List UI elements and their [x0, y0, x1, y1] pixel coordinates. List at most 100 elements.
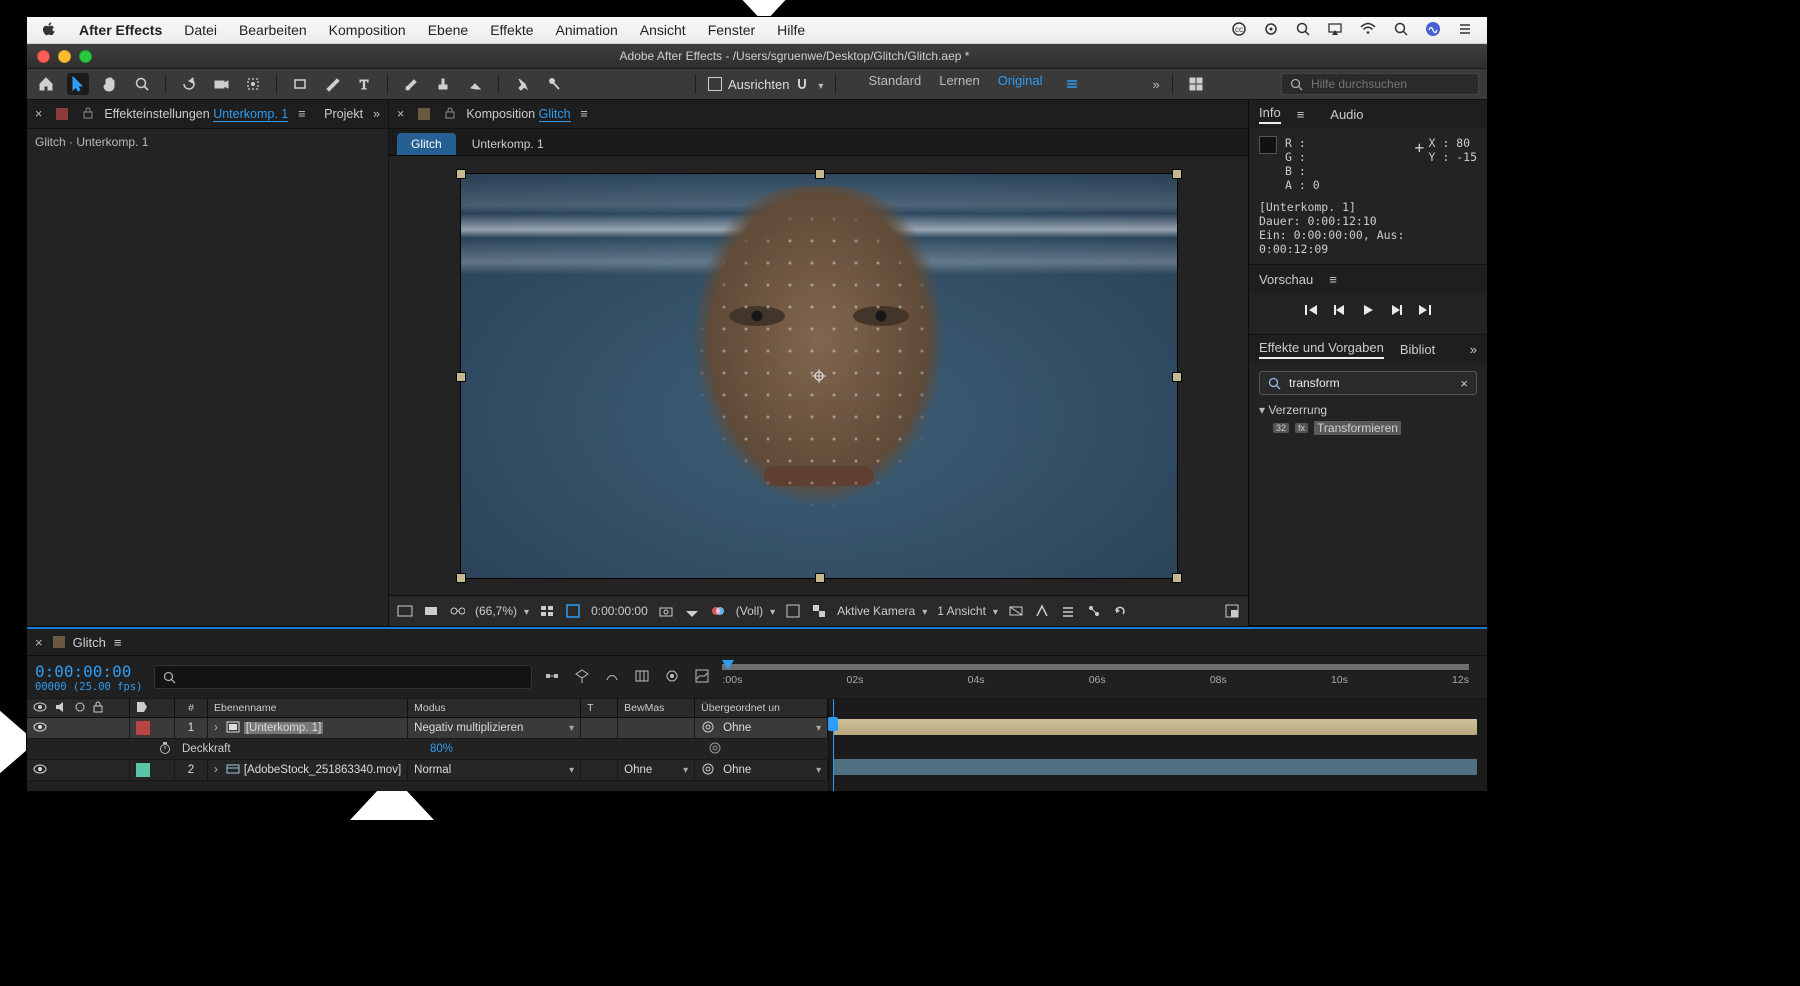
tab-menu-icon[interactable]: ≡: [114, 635, 122, 650]
transform-handle[interactable]: [815, 573, 825, 583]
blend-mode-dropdown[interactable]: Normal: [414, 764, 574, 776]
lock-column-icon[interactable]: [93, 701, 103, 716]
layer-name[interactable]: AdobeStock_251863340.mov: [244, 764, 401, 776]
menu-list-icon[interactable]: [1457, 21, 1473, 40]
menu-komposition[interactable]: Komposition: [329, 22, 406, 38]
maximize-panel-icon[interactable]: [1224, 603, 1240, 619]
last-frame-button[interactable]: [1417, 303, 1433, 320]
frame-blend-icon[interactable]: [634, 668, 650, 687]
siri-icon[interactable]: [1425, 21, 1441, 40]
clear-search-icon[interactable]: ×: [1460, 376, 1468, 391]
parent-pickwhip-icon[interactable]: [708, 741, 722, 758]
snap-checkbox[interactable]: Ausrichten: [708, 77, 823, 92]
quality-dropdown[interactable]: (Voll): [736, 604, 775, 618]
time-ruler[interactable]: :00s 02s 04s 06s 08s 10s 12s: [722, 656, 1479, 698]
parent-dropdown[interactable]: Ohne: [723, 764, 821, 776]
overflow-chevron-icon[interactable]: »: [1470, 342, 1477, 357]
current-timecode[interactable]: 0:00:00:00 00000 (25.00 fps): [35, 662, 142, 693]
pan-behind-tool-icon[interactable]: [242, 73, 264, 95]
menu-ansicht[interactable]: Ansicht: [640, 22, 686, 38]
track-matte-dropdown[interactable]: Ohne: [624, 764, 688, 776]
info-tab[interactable]: Info: [1259, 105, 1281, 124]
color-management-icon[interactable]: [710, 603, 726, 619]
toolbar-overflow-icon[interactable]: »: [1153, 77, 1160, 92]
current-time-indicator[interactable]: [833, 699, 834, 791]
label-color-icon[interactable]: [136, 721, 150, 735]
close-tab-icon[interactable]: ×: [35, 635, 43, 650]
effects-group-verzerrung[interactable]: Verzerrung: [1259, 403, 1477, 417]
visibility-toggle-icon[interactable]: [33, 763, 47, 778]
property-value[interactable]: 80%: [412, 743, 453, 755]
audio-column-icon[interactable]: [55, 701, 67, 716]
panel-grid-icon[interactable]: [1185, 73, 1207, 95]
preview-tab[interactable]: Vorschau: [1259, 272, 1313, 287]
twirl-icon[interactable]: [214, 722, 222, 734]
comp-tab-glitch[interactable]: Glitch: [397, 133, 456, 155]
graph-editor-icon[interactable]: [694, 668, 710, 687]
effect-transformieren[interactable]: 32 fx Transformieren: [1273, 421, 1477, 435]
column-t[interactable]: T: [581, 699, 618, 717]
viewer-layout-icon[interactable]: [785, 603, 801, 619]
alpha-toggle-icon[interactable]: [397, 603, 413, 619]
project-tab[interactable]: Projekt: [324, 107, 363, 121]
hand-tool-icon[interactable]: [99, 73, 121, 95]
help-search[interactable]: [1281, 73, 1479, 95]
airplay-icon[interactable]: [1327, 21, 1343, 40]
maximize-window-button[interactable]: [79, 50, 92, 63]
lock-icon[interactable]: [82, 107, 94, 122]
cc-home-icon[interactable]: [1263, 21, 1279, 40]
transform-handle[interactable]: [1172, 573, 1182, 583]
home-tool-icon[interactable]: [35, 73, 57, 95]
visibility-column-icon[interactable]: [33, 701, 47, 716]
column-bewmas[interactable]: BewMas: [618, 699, 695, 717]
channel-toggle-icon[interactable]: [423, 603, 439, 619]
wifi-icon[interactable]: [1359, 21, 1377, 40]
flowchart-icon[interactable]: [1086, 603, 1102, 619]
views-dropdown[interactable]: 1 Ansicht: [937, 604, 998, 618]
motion-blur-icon[interactable]: [664, 668, 680, 687]
snapshot-icon[interactable]: [658, 603, 674, 619]
layer-name[interactable]: Unterkomp. 1: [244, 722, 323, 734]
composition-mini-flowchart-icon[interactable]: [544, 668, 560, 687]
refresh-icon[interactable]: [1112, 603, 1128, 619]
menu-effekte[interactable]: Effekte: [490, 22, 533, 38]
overflow-chevron-icon[interactable]: »: [373, 107, 380, 121]
roto-brush-tool-icon[interactable]: [511, 73, 533, 95]
workspace-original[interactable]: Original: [998, 73, 1043, 95]
resolution-grid-icon[interactable]: [539, 603, 555, 619]
next-frame-button[interactable]: [1389, 303, 1403, 320]
timeline-tab-glitch[interactable]: Glitch: [73, 635, 106, 650]
tab-menu-icon[interactable]: ≡: [581, 107, 588, 121]
prev-frame-button[interactable]: [1333, 303, 1347, 320]
effects-presets-tab[interactable]: Effekte und Vorgaben: [1259, 340, 1384, 359]
parent-pickwhip-icon[interactable]: [701, 762, 715, 779]
layer-row-2[interactable]: 2 AdobeStock_251863340.mov Normal Ohne O…: [27, 760, 828, 781]
stopwatch-icon[interactable]: [158, 741, 172, 758]
first-frame-button[interactable]: [1303, 303, 1319, 320]
comp-tab-unterkomp1[interactable]: Unterkomp. 1: [458, 133, 558, 155]
parent-pickwhip-icon[interactable]: [701, 720, 715, 737]
apple-menu-icon[interactable]: [41, 22, 57, 38]
solo-column-icon[interactable]: [75, 702, 85, 715]
minimize-window-button[interactable]: [58, 50, 71, 63]
effect-controls-tab-label[interactable]: Effekteinstellungen Unterkomp. 1: [104, 107, 288, 121]
clone-stamp-tool-icon[interactable]: [432, 73, 454, 95]
camera-tool-icon[interactable]: [210, 73, 232, 95]
transform-handle[interactable]: [1172, 372, 1182, 382]
parent-dropdown[interactable]: Ohne: [723, 722, 821, 734]
info-tab-menu-icon[interactable]: ≡: [1297, 107, 1305, 122]
transform-handle[interactable]: [815, 169, 825, 179]
menubar-app-title[interactable]: After Effects: [79, 22, 162, 38]
zoom-tool-icon[interactable]: [131, 73, 153, 95]
help-search-input[interactable]: [1309, 76, 1453, 92]
layer-row-1[interactable]: 1 Unterkomp. 1 Negativ multiplizieren Oh…: [27, 718, 828, 739]
menu-fenster[interactable]: Fenster: [708, 22, 755, 38]
3d-glasses-icon[interactable]: [449, 603, 465, 619]
draft-3d-icon[interactable]: [574, 668, 590, 687]
label-column-icon[interactable]: [136, 701, 148, 716]
anchor-point-icon[interactable]: [812, 369, 826, 383]
column-parent[interactable]: Übergeordnet un: [695, 699, 828, 717]
label-color-icon[interactable]: [136, 763, 150, 777]
puppet-pin-tool-icon[interactable]: [543, 73, 565, 95]
effects-search-input[interactable]: [1287, 375, 1431, 391]
